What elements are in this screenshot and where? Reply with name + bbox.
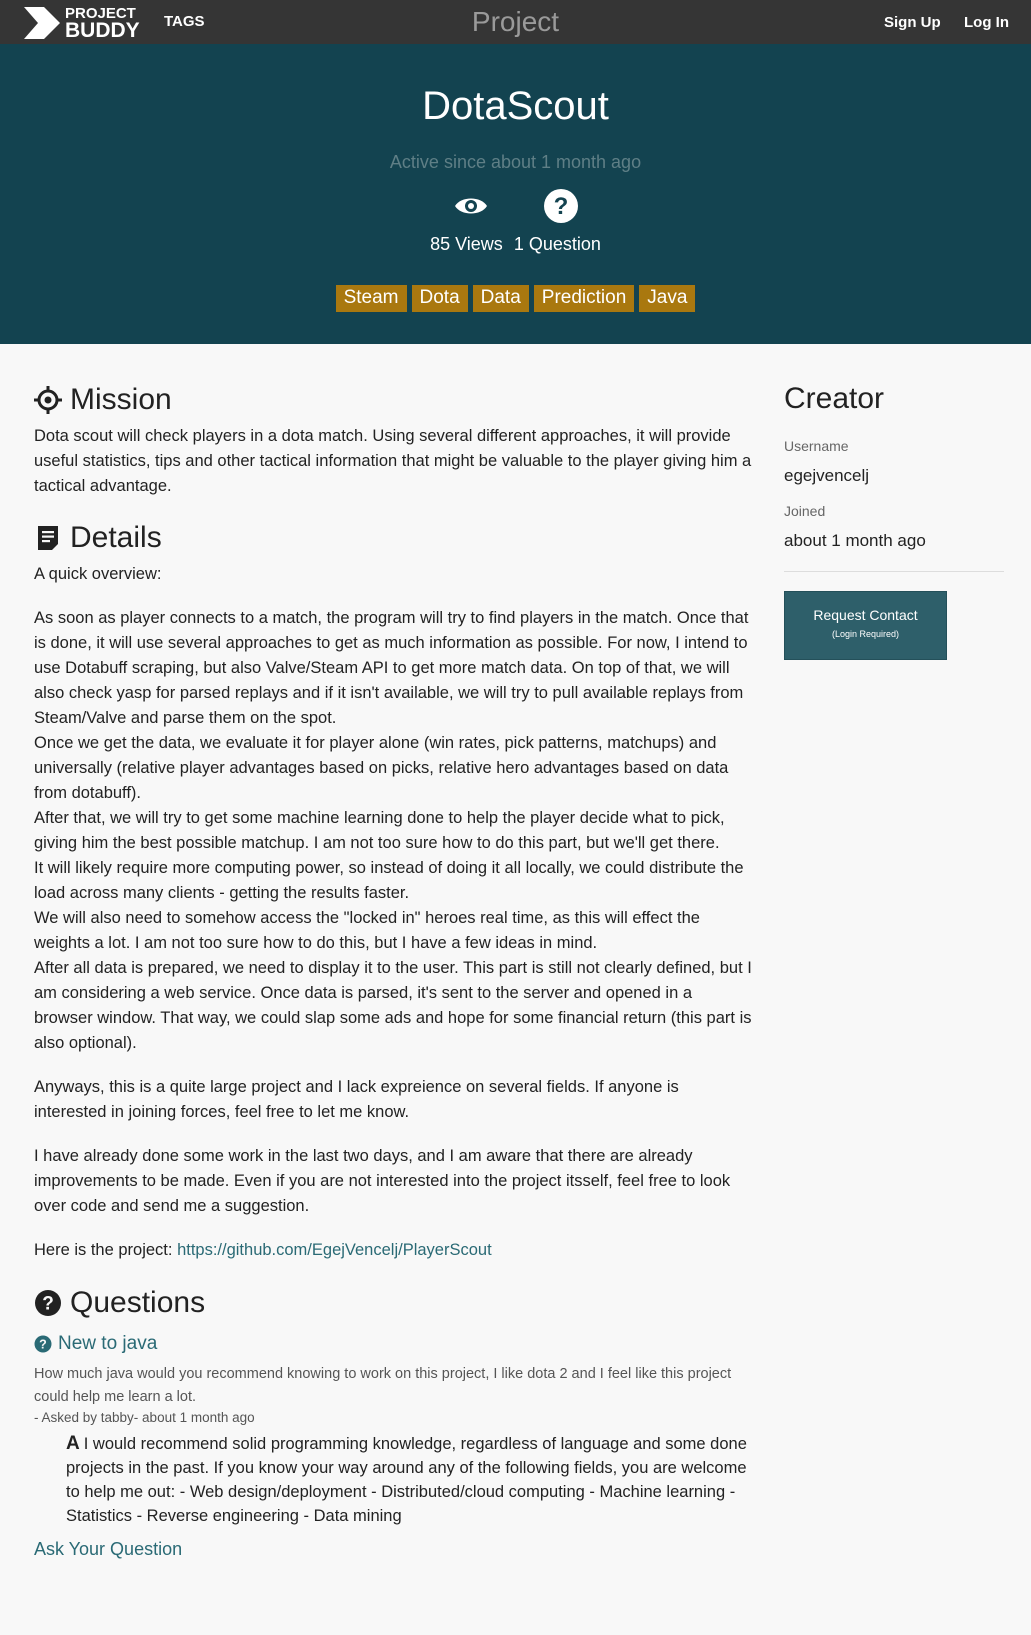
details-paragraph: After all data is prepared, we need to d…: [34, 959, 752, 1052]
tag-steam[interactable]: Steam: [335, 285, 407, 312]
questions-heading: ? Questions: [34, 1285, 754, 1321]
joined-value: about 1 month ago: [784, 531, 926, 550]
stats-text: 85 Views 1 Question: [0, 234, 1031, 255]
details-paragraph: Anyways, this is a quite large project a…: [34, 1078, 679, 1121]
question-circle-icon: ?: [35, 1290, 61, 1316]
answer-mark: A: [66, 1433, 80, 1454]
question-item: ? New to java How much java would you re…: [34, 1333, 754, 1528]
tag-data[interactable]: Data: [472, 285, 529, 312]
views-count: 85 Views: [430, 234, 503, 254]
answer: AI would recommend solid programming kno…: [66, 1432, 754, 1528]
log-in-link[interactable]: Log In: [964, 14, 1009, 31]
project-link-line: Here is the project: https://github.com/…: [34, 1238, 754, 1263]
tag-list: Steam Dota Data Prediction Java: [0, 285, 1031, 312]
questions-title: Questions: [70, 1286, 206, 1319]
mission-heading: Mission: [34, 382, 754, 418]
svg-text:?: ?: [42, 1294, 54, 1315]
question-body: How much java would you recommend knowin…: [34, 1366, 732, 1405]
logo-line-2: BUDDY: [65, 19, 140, 42]
nav-tags-link[interactable]: TAGS: [164, 13, 205, 30]
username-label: Username: [784, 438, 849, 454]
questions-count: 1 Question: [513, 234, 601, 254]
details-paragraph: Once we get the data, we evaluate it for…: [34, 734, 729, 802]
chevron-logo-icon: [24, 7, 60, 39]
divider: [784, 571, 1004, 572]
login-required-note: (Login Required): [831, 629, 900, 639]
ask-question-link[interactable]: Ask Your Question: [34, 1539, 754, 1560]
tag-prediction[interactable]: Prediction: [533, 285, 635, 312]
tag-java[interactable]: Java: [639, 285, 696, 312]
active-since: Active since about 1 month ago: [389, 152, 642, 172]
tag-dota[interactable]: Dota: [411, 285, 468, 312]
page-title: Project: [471, 6, 560, 37]
joined-label: Joined: [784, 503, 826, 519]
question-circle-icon: ?: [543, 189, 578, 223]
project-link-prefix: Here is the project:: [34, 1241, 178, 1259]
details-heading: Details: [34, 520, 754, 556]
site-logo[interactable]: PROJECT BUDDY: [24, 6, 140, 42]
creator-sidebar: Creator Username egejvencelj Joined abou…: [784, 382, 1004, 660]
details-intro: A quick overview:: [34, 565, 162, 583]
details-paragraph: We will also need to somehow access the …: [34, 909, 700, 952]
mission-text: Dota scout will check players in a dota …: [34, 427, 752, 495]
details-overview: As soon as player connects to a match, t…: [34, 606, 754, 1056]
request-contact-label: Request Contact: [813, 607, 918, 623]
request-contact-button[interactable]: Request Contact (Login Required): [784, 591, 947, 660]
project-name: DotaScout: [422, 84, 609, 128]
svg-text:?: ?: [39, 1338, 47, 1352]
document-icon: [38, 526, 58, 550]
project-hero: DotaScout Active since about 1 month ago…: [0, 44, 1031, 344]
main-content: Mission Dota scout will check players in…: [34, 382, 754, 1560]
project-link[interactable]: https://github.com/EgejVencelj/PlayerSco…: [177, 1241, 492, 1259]
mission-title: Mission: [70, 383, 172, 416]
stats-icons: ?: [0, 188, 1031, 224]
details-paragraph: After that, we will try to get some mach…: [34, 809, 725, 852]
question-title-link[interactable]: ? New to java: [34, 1333, 754, 1355]
username-value: egejvencelj: [784, 466, 870, 485]
top-navbar: PROJECT BUDDY TAGS Project Sign Up Log I…: [0, 0, 1031, 44]
eye-icon: [454, 198, 487, 214]
svg-text:?: ?: [553, 193, 568, 220]
sign-up-link[interactable]: Sign Up: [884, 14, 941, 31]
answer-text: I would recommend solid programming know…: [66, 1435, 747, 1525]
crosshair-icon: [34, 386, 62, 414]
details-title: Details: [70, 521, 162, 554]
details-paragraph: I have already done some work in the las…: [34, 1147, 731, 1215]
question-meta: - Asked by tabby- about 1 month ago: [34, 1410, 255, 1425]
question-circle-icon: ?: [34, 1335, 52, 1353]
question-title: New to java: [58, 1333, 158, 1354]
details-paragraph: It will likely require more computing po…: [34, 859, 744, 902]
details-paragraph: As soon as player connects to a match, t…: [34, 609, 749, 727]
creator-heading: Creator: [784, 382, 885, 415]
